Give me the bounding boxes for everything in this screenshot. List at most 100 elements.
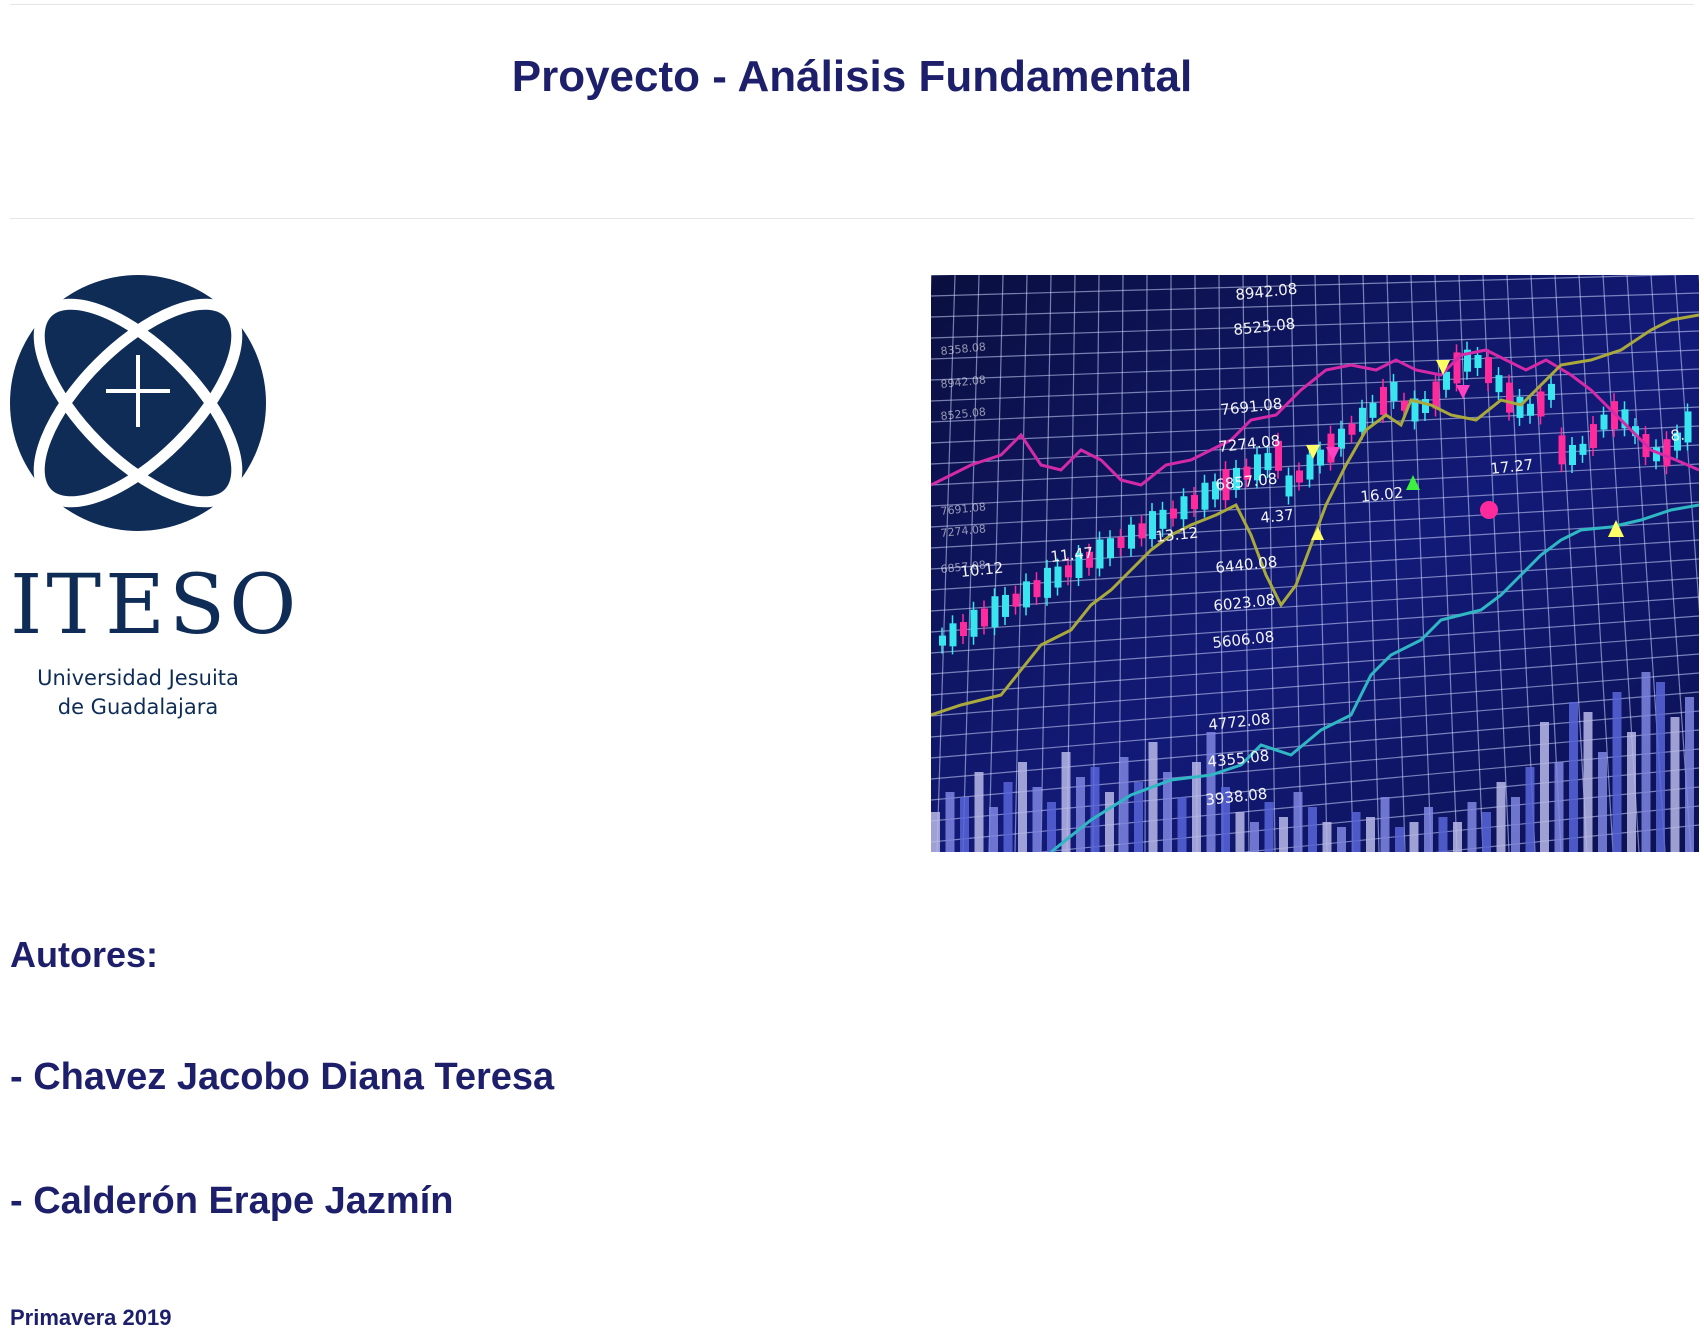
volume-bar — [1583, 712, 1593, 852]
candle-body — [1285, 475, 1293, 497]
candle-body — [1107, 538, 1114, 559]
candle-body — [1002, 594, 1009, 617]
stock-chart-illustration: 8942.088525.087691.087274.086857.086440.… — [931, 275, 1699, 852]
magenta-circle-marker — [1480, 501, 1498, 519]
candle-body — [1044, 567, 1051, 598]
candle-body — [949, 623, 957, 647]
chart-value-label: 4.37 — [1260, 506, 1295, 527]
term-label: Primavera 2019 — [10, 1305, 172, 1330]
candle-body — [1317, 449, 1324, 466]
candle-body — [1495, 375, 1503, 393]
header-divider — [10, 218, 1694, 219]
volume-bar — [1119, 757, 1129, 852]
volume-bar — [1293, 792, 1303, 852]
candle-body — [1548, 383, 1555, 400]
volume-bar — [1337, 827, 1346, 852]
candle-body — [1348, 423, 1356, 435]
logo-wordmark: ITESO — [10, 558, 301, 653]
volume-bar — [1525, 767, 1535, 852]
author-name-1: - Chavez Jacobo Diana Teresa — [10, 1056, 555, 1098]
volume-bar — [1409, 822, 1419, 852]
volume-bar — [1264, 802, 1274, 852]
volume-bar — [1554, 762, 1564, 852]
volume-bar — [1250, 822, 1259, 852]
candle-body — [1663, 439, 1671, 467]
candle-body — [1128, 524, 1135, 549]
candle-body — [1422, 398, 1429, 413]
candle-body — [1527, 403, 1534, 416]
candle-body — [1033, 580, 1041, 598]
candle-body — [981, 608, 988, 627]
volume-bar — [1656, 682, 1665, 852]
candle-body — [1443, 371, 1450, 390]
volume-bar — [1366, 817, 1375, 852]
volume-bar — [1627, 732, 1636, 852]
volume-bar — [931, 812, 940, 852]
candle-body — [1579, 443, 1587, 455]
volume-bar — [1322, 822, 1332, 852]
logo-subtitle: Universidad Jesuita de Guadalajara — [10, 664, 266, 722]
volume-bar — [1511, 797, 1520, 852]
logo-subtitle-line-2: de Guadalajara — [57, 695, 219, 719]
candle-body — [1296, 470, 1303, 483]
volume-bar — [1598, 752, 1607, 852]
volume-bar — [1090, 767, 1100, 852]
volume-bar — [1047, 802, 1056, 852]
candle-body — [1170, 508, 1177, 519]
volume-bar — [945, 792, 955, 852]
candle-body — [1485, 357, 1492, 384]
candle-body — [970, 609, 978, 637]
candle-body — [1054, 566, 1062, 588]
volume-bar — [1685, 697, 1694, 852]
volume-bar — [1076, 777, 1085, 852]
candle-body — [1180, 496, 1188, 520]
candle-body — [1138, 523, 1146, 539]
volume-bar — [1279, 817, 1288, 852]
candle-body — [1065, 565, 1072, 578]
candle-body — [1380, 386, 1387, 415]
candle-body — [1569, 444, 1576, 465]
volume-bar — [989, 807, 998, 852]
volume-bar — [1308, 807, 1317, 852]
candle-body — [1023, 581, 1030, 608]
volume-bar — [1235, 812, 1245, 852]
chart-value-label: 8. — [1670, 426, 1686, 445]
volume-bar — [1467, 802, 1477, 852]
candle-body — [1516, 396, 1524, 418]
candle-body — [939, 635, 946, 646]
candle-body — [1432, 381, 1440, 409]
volume-bar — [1453, 822, 1462, 852]
volume-bar — [1438, 817, 1448, 852]
stock-chart-image: 8942.08 8525.08 7691.08 7274.08 6857.08 6440.… — [931, 275, 1699, 852]
candle-body — [1306, 454, 1314, 480]
volume-bar — [1496, 782, 1506, 852]
candle-body — [1590, 424, 1597, 449]
volume-bar — [1670, 717, 1680, 852]
volume-bar — [1148, 742, 1158, 852]
candle-body — [1201, 482, 1209, 510]
candle-body — [1506, 382, 1513, 413]
candle-body — [1369, 402, 1377, 418]
volume-bar — [1105, 792, 1114, 852]
volume-bar — [1540, 722, 1549, 852]
candle-body — [1096, 539, 1104, 569]
volume-bar — [1395, 827, 1404, 852]
page-title: Proyecto - Análisis Fundamental — [511, 52, 1193, 101]
iteso-logo — [10, 275, 266, 531]
volume-bar — [1018, 762, 1027, 852]
top-divider — [10, 4, 1694, 5]
volume-bar — [1641, 672, 1651, 852]
volume-bar — [1177, 797, 1187, 852]
candle-body — [1684, 411, 1692, 443]
candle-body — [1359, 407, 1366, 432]
candle-body — [991, 596, 999, 628]
volume-bar — [1032, 787, 1042, 852]
candle-body — [1117, 536, 1125, 548]
candle-body — [1012, 593, 1020, 607]
candle-body — [1474, 355, 1482, 369]
candle-body — [1600, 414, 1608, 430]
candle-body — [1191, 495, 1198, 509]
candle-body — [960, 622, 967, 637]
volume-bar — [974, 772, 984, 852]
volume-bar — [1612, 692, 1622, 852]
